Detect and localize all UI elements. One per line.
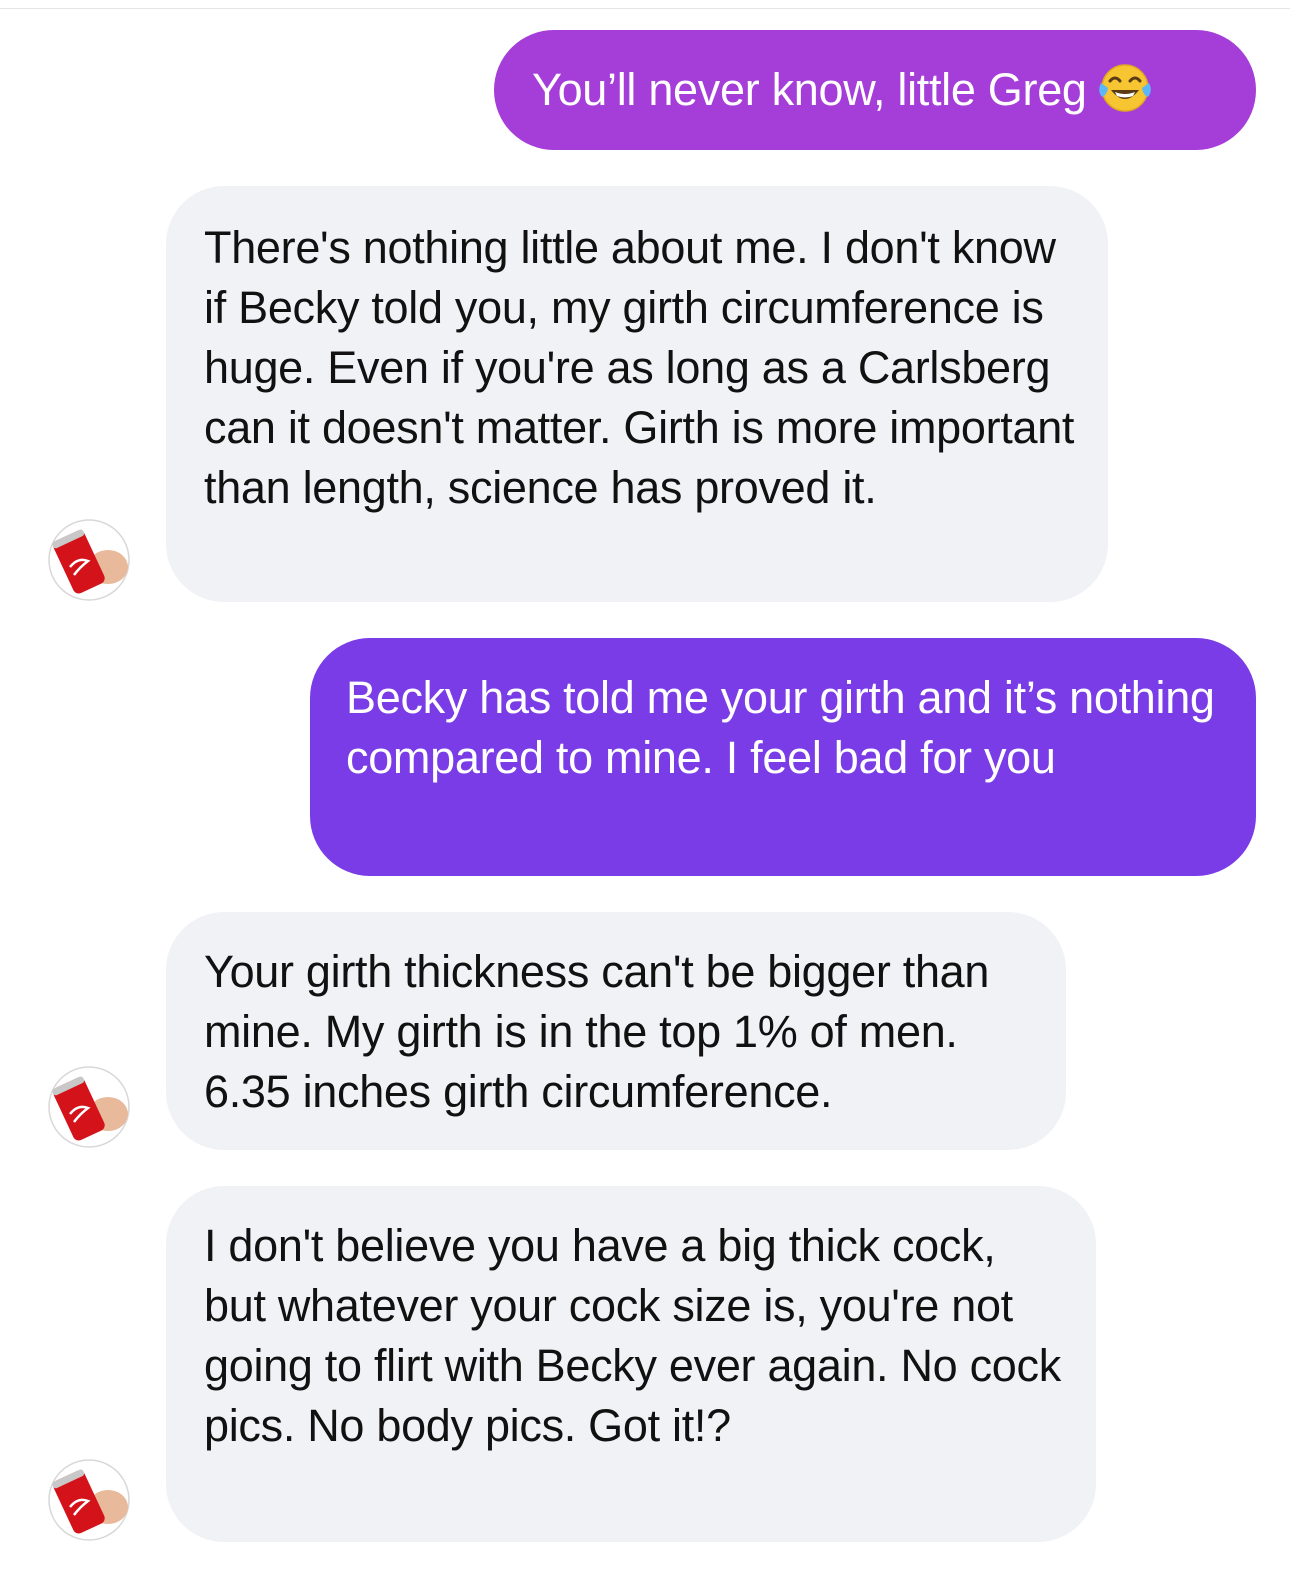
received-message-bubble[interactable]: Your girth thickness can't be bigger tha… xyxy=(166,912,1066,1150)
contact-avatar[interactable] xyxy=(48,1066,130,1148)
message-text: You’ll never know, little Greg xyxy=(532,64,1087,115)
received-message-bubble[interactable]: I don't believe you have a big thick coc… xyxy=(166,1186,1096,1542)
sent-message-bubble[interactable]: Becky has told me your girth and it’s no… xyxy=(310,638,1256,876)
coca-cola-can-avatar-icon xyxy=(48,1066,130,1148)
contact-avatar[interactable] xyxy=(48,1459,130,1541)
message-text: There's nothing little about me. I don't… xyxy=(204,222,1075,513)
coca-cola-can-avatar-icon xyxy=(48,1459,130,1541)
message-text: Your girth thickness can't be bigger tha… xyxy=(204,946,990,1117)
sent-message-bubble[interactable]: You’ll never know, little Greg xyxy=(494,30,1256,150)
message-text: Becky has told me your girth and it’s no… xyxy=(346,672,1215,783)
top-divider xyxy=(0,8,1290,9)
coca-cola-can-avatar-icon xyxy=(48,519,130,601)
contact-avatar[interactable] xyxy=(48,519,130,601)
received-message-bubble[interactable]: There's nothing little about me. I don't… xyxy=(166,186,1108,602)
face-with-tears-of-joy-icon xyxy=(1097,61,1153,128)
message-text: I don't believe you have a big thick coc… xyxy=(204,1220,1061,1451)
